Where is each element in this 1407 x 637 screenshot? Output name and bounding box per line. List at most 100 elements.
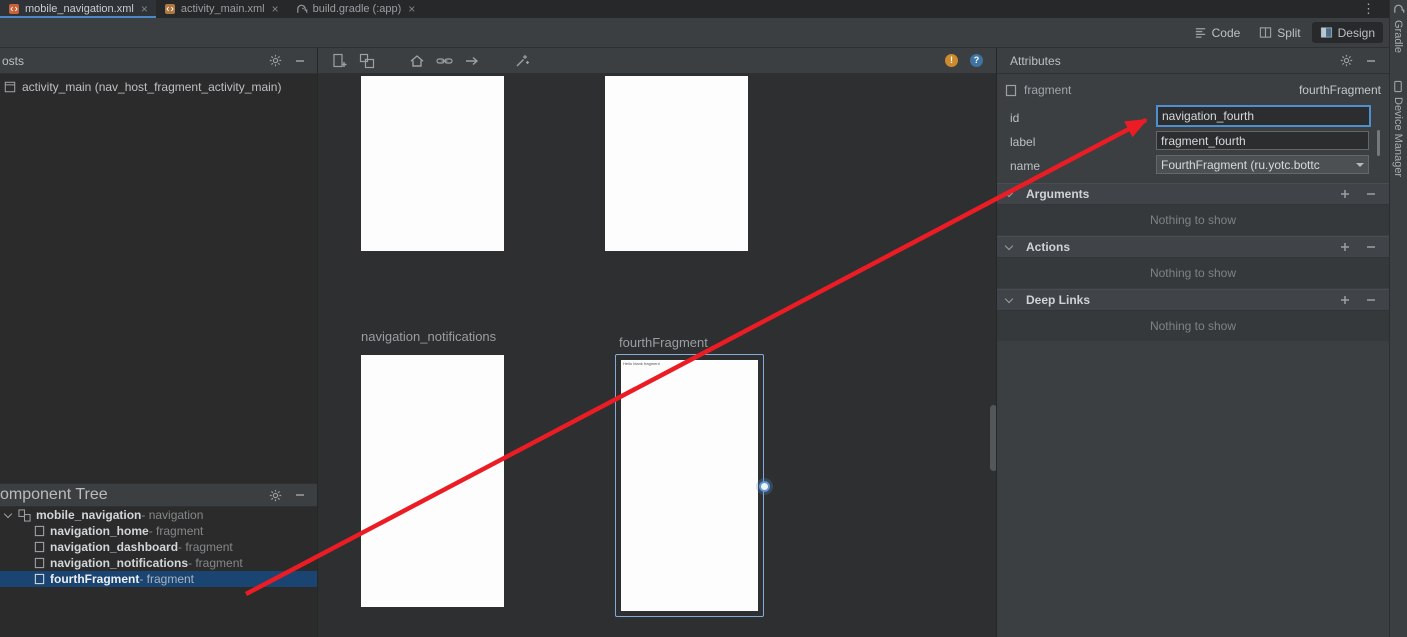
fragment-icon xyxy=(34,573,45,585)
tree-item-navigation-dashboard[interactable]: navigation_dashboard - fragment xyxy=(0,539,318,555)
device-manager-icon[interactable] xyxy=(1392,80,1404,93)
tree-item-mobile-navigation[interactable]: mobile_navigation - navigation xyxy=(0,507,318,523)
tree-item-navigation-home[interactable]: navigation_home - fragment xyxy=(0,523,318,539)
component-type-label: fragment xyxy=(1024,83,1071,97)
nested-graph-icon[interactable] xyxy=(359,53,375,69)
gradle-file-icon xyxy=(295,3,308,15)
fragment-preview-home[interactable] xyxy=(361,76,504,251)
remove-item-minus-icon[interactable] xyxy=(1365,241,1377,253)
tree-item-type: - navigation xyxy=(141,508,203,522)
close-tab-icon[interactable]: × xyxy=(141,3,148,15)
selected-destination-frame[interactable]: Hello blank fragment xyxy=(615,354,764,617)
device-manager-label[interactable]: Device Manager xyxy=(1392,97,1404,177)
nav-host-item[interactable]: activity_main (nav_host_fragment_activit… xyxy=(4,80,281,94)
panel-divider[interactable] xyxy=(317,48,318,637)
remove-item-minus-icon[interactable] xyxy=(1365,188,1377,200)
nav-graph-canvas[interactable]: navigation_notifications fourthFragment … xyxy=(318,74,997,637)
fragment-icon xyxy=(34,541,45,553)
fragment-preview-dashboard[interactable] xyxy=(605,76,748,251)
expand-chevron-icon[interactable] xyxy=(4,510,12,518)
fragment-preview-notifications[interactable] xyxy=(361,355,504,607)
assign-start-home-icon[interactable] xyxy=(409,53,425,69)
section-title: Arguments xyxy=(1026,187,1089,201)
tree-item-type: - fragment xyxy=(139,572,194,586)
hosts-panel-header: osts xyxy=(0,48,318,74)
attributes-scrollbar-thumb[interactable] xyxy=(1377,130,1380,156)
component-tree-title: omponent Tree xyxy=(0,486,108,504)
action-connection-handle[interactable] xyxy=(759,481,770,492)
tab-build-gradle[interactable]: build.gradle (:app) × xyxy=(287,0,424,18)
id-input[interactable] xyxy=(1156,105,1371,127)
design-mode-icon xyxy=(1320,26,1333,39)
fragment-preview-text: Hello blank fragment xyxy=(623,361,660,366)
label-input[interactable] xyxy=(1156,131,1369,150)
help-icon[interactable]: ? xyxy=(970,54,983,67)
tree-item-navigation-notifications[interactable]: navigation_notifications - fragment xyxy=(0,555,318,571)
deep-links-empty-text: Nothing to show xyxy=(997,311,1389,341)
arguments-section-header[interactable]: Arguments xyxy=(997,183,1389,205)
design-mode-label: Design xyxy=(1338,26,1375,40)
hide-panel-minus-icon[interactable] xyxy=(294,55,306,67)
destination-label-notifications: navigation_notifications xyxy=(361,329,496,344)
hosts-panel-body: activity_main (nav_host_fragment_activit… xyxy=(0,74,318,483)
code-mode-label: Code xyxy=(1212,26,1241,40)
actions-section-header[interactable]: Actions xyxy=(997,236,1389,258)
deep-links-section-header[interactable]: Deep Links xyxy=(997,289,1389,311)
expand-chevron-icon[interactable] xyxy=(1005,242,1013,250)
selected-component-row: fragment fourthFragment xyxy=(997,81,1389,99)
code-mode-button[interactable]: Code xyxy=(1186,22,1249,43)
fragment-preview-fourth[interactable]: Hello blank fragment xyxy=(621,360,758,611)
gear-icon[interactable] xyxy=(269,489,282,502)
tree-item-type: - fragment xyxy=(149,524,204,538)
add-item-plus-icon[interactable] xyxy=(1339,188,1351,200)
id-field-label: id xyxy=(1010,111,1019,125)
chevron-down-icon xyxy=(1356,163,1364,167)
hide-panel-minus-icon[interactable] xyxy=(294,489,306,501)
new-destination-icon[interactable] xyxy=(332,53,348,69)
deep-link-icon[interactable] xyxy=(436,53,453,69)
tree-item-name: navigation_notifications xyxy=(50,556,188,570)
split-mode-icon xyxy=(1259,26,1272,39)
split-mode-label: Split xyxy=(1277,26,1300,40)
tree-item-type: - fragment xyxy=(178,540,233,554)
split-mode-button[interactable]: Split xyxy=(1251,22,1308,43)
attributes-panel-header: Attributes xyxy=(997,48,1389,74)
right-tool-stripe: Gradle Device Manager xyxy=(1389,0,1407,637)
panel-divider[interactable] xyxy=(996,48,997,637)
auto-arrange-icon[interactable] xyxy=(514,53,530,69)
editor-tab-bar: mobile_navigation.xml × activity_main.xm… xyxy=(0,0,1389,18)
hosts-panel-title: osts xyxy=(0,54,24,68)
attributes-panel-title: Attributes xyxy=(997,54,1061,68)
activity-icon xyxy=(4,81,16,93)
remove-item-minus-icon[interactable] xyxy=(1365,294,1377,306)
tree-item-fourth-fragment[interactable]: fourthFragment - fragment xyxy=(0,571,318,587)
gear-icon[interactable] xyxy=(1340,54,1353,67)
gradle-tool-label[interactable]: Gradle xyxy=(1392,20,1404,53)
action-arrow-icon[interactable] xyxy=(464,53,480,69)
warning-icon[interactable]: ! xyxy=(945,54,958,67)
close-tab-icon[interactable]: × xyxy=(408,3,415,15)
tree-item-name: navigation_home xyxy=(50,524,149,538)
expand-chevron-icon[interactable] xyxy=(1005,189,1013,197)
tab-mobile-navigation-xml[interactable]: mobile_navigation.xml × xyxy=(0,0,156,18)
gradle-tool-icon[interactable] xyxy=(1392,3,1405,15)
add-item-plus-icon[interactable] xyxy=(1339,294,1351,306)
name-dropdown[interactable]: FourthFragment (ru.yotc.bottc xyxy=(1156,155,1369,174)
expand-chevron-icon[interactable] xyxy=(1005,295,1013,303)
label-field-label: label xyxy=(1010,135,1035,149)
component-tree-body: mobile_navigation - navigation navigatio… xyxy=(0,507,318,637)
editor-options-kebab-icon[interactable]: ⋮ xyxy=(1362,0,1389,18)
hide-panel-minus-icon[interactable] xyxy=(1365,55,1377,67)
design-mode-button[interactable]: Design xyxy=(1312,22,1383,43)
gear-icon[interactable] xyxy=(269,54,282,67)
close-tab-icon[interactable]: × xyxy=(272,3,279,15)
editor-toolbar-row: Code Split Design xyxy=(0,18,1389,48)
destination-label-fourth: fourthFragment xyxy=(619,335,708,350)
attributes-panel-body: fragment fourthFragment id label name Fo… xyxy=(997,74,1389,637)
tab-activity-main-xml[interactable]: activity_main.xml × xyxy=(156,0,287,18)
component-id-value: fourthFragment xyxy=(1299,83,1381,97)
add-item-plus-icon[interactable] xyxy=(1339,241,1351,253)
arguments-empty-text: Nothing to show xyxy=(997,205,1389,235)
tree-item-name: navigation_dashboard xyxy=(50,540,178,554)
xml-file-icon xyxy=(164,3,176,15)
